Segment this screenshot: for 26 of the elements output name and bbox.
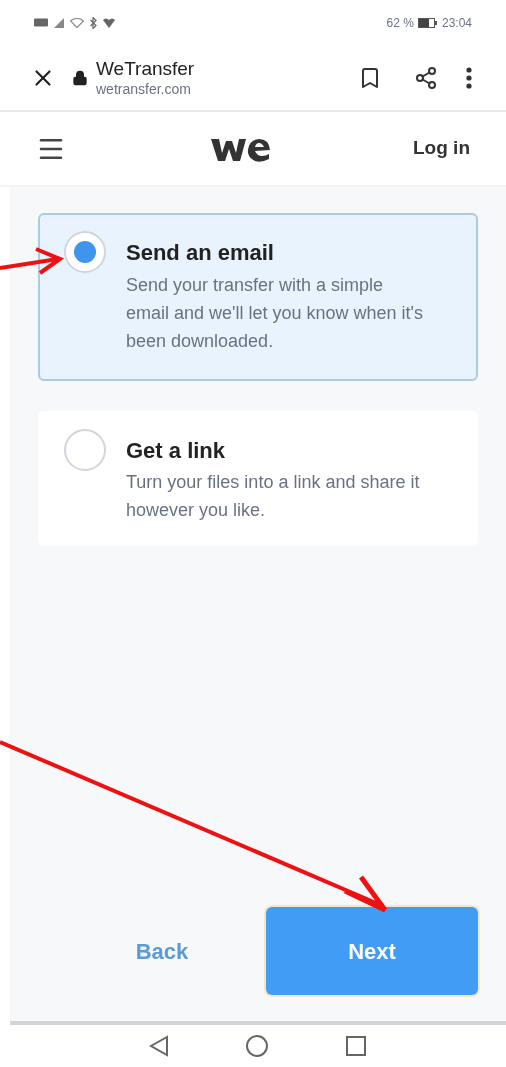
- option-title: Get a link: [126, 436, 227, 464]
- login-link[interactable]: Log in: [413, 134, 470, 163]
- option-description: Send your transfer with a simple email and we'll let you know when it's been downloaded.: [126, 273, 425, 353]
- radio-button[interactable]: [64, 231, 106, 273]
- home-nav-icon[interactable]: [245, 1034, 269, 1058]
- option-card[interactable]: Get a link Turn your files into a link and share it however you like.: [38, 410, 478, 546]
- more-icon: [466, 66, 472, 89]
- bluetooth-icon: [90, 16, 97, 29]
- heart-icon: [103, 17, 115, 28]
- page-url: wetransfer.com: [96, 80, 192, 99]
- lock-icon: [72, 69, 88, 86]
- option-card[interactable]: Send an email Send your transfer with a simple email and we'll let you know when it's been downloaded.: [38, 213, 478, 381]
- wifi-icon: [70, 17, 84, 28]
- radio-button[interactable]: [64, 428, 106, 471]
- option-title: Send an email: [126, 239, 275, 267]
- annotation-arrow: [0, 247, 65, 275]
- signal-icon: [54, 17, 64, 28]
- clock-time: 23:04: [441, 14, 472, 32]
- back-nav-icon[interactable]: [149, 1035, 169, 1057]
- share-button[interactable]: [414, 65, 438, 90]
- option-description: Turn your files into a link and share it however you like.: [126, 471, 421, 522]
- battery-percent: 62 %: [386, 14, 414, 32]
- recents-nav-icon[interactable]: [345, 1035, 367, 1057]
- page-title: WeTransfer: [96, 56, 196, 81]
- battery-icon: [417, 17, 438, 28]
- keyboard-icon: [34, 18, 48, 27]
